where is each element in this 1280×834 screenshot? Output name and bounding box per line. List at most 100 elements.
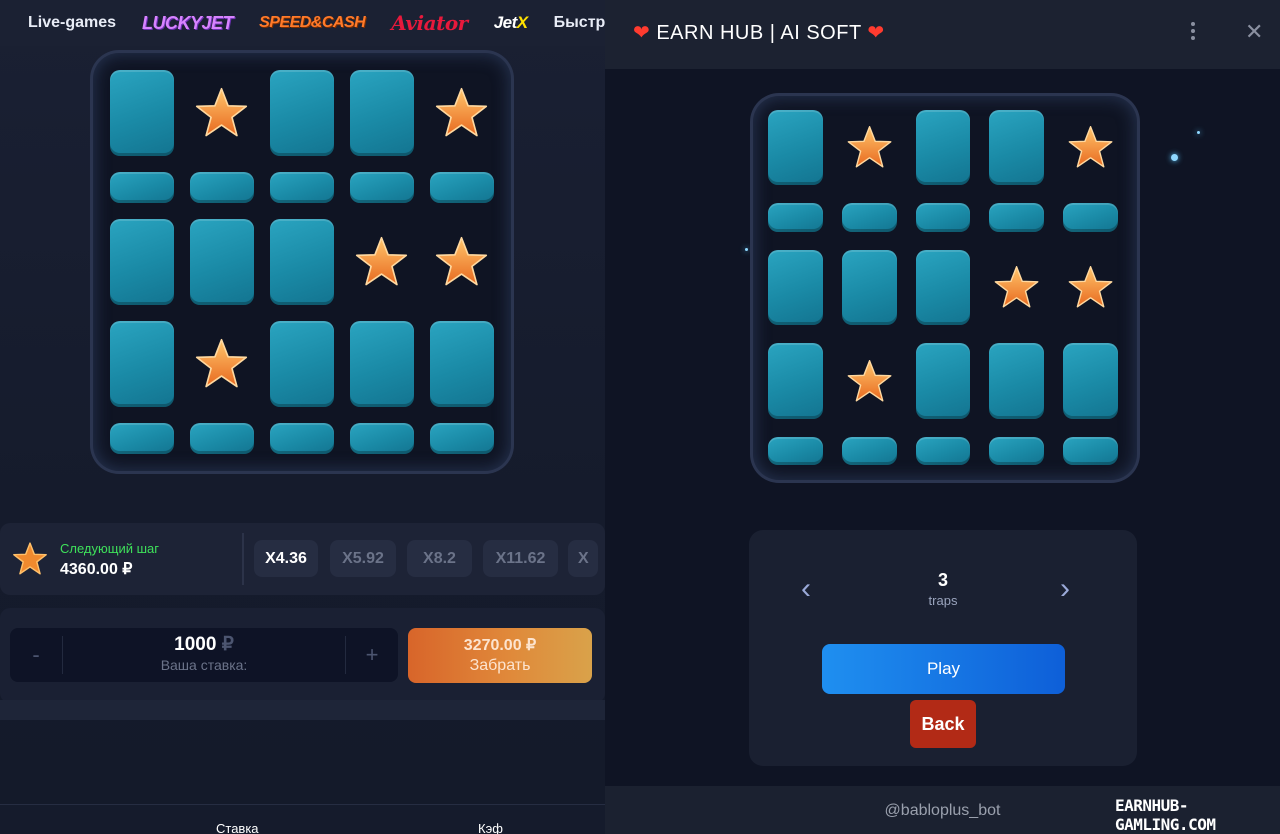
- prediction-cell[interactable]: [768, 249, 823, 326]
- lucky-jet-logo[interactable]: LUCKYJET: [142, 13, 234, 34]
- mine-cell[interactable]: [190, 321, 254, 407]
- aviator-logo[interactable]: Aviator: [391, 11, 468, 35]
- prediction-cell[interactable]: [841, 249, 897, 326]
- prediction-cell[interactable]: [1063, 250, 1118, 325]
- cashout-button[interactable]: 3270.00 ₽ Забрать: [408, 628, 592, 683]
- prediction-cell[interactable]: [841, 436, 897, 465]
- tile: [190, 218, 254, 305]
- mine-cell[interactable]: [430, 219, 494, 305]
- prediction-cell[interactable]: [1063, 436, 1118, 465]
- mine-cell[interactable]: [430, 321, 494, 408]
- mine-cell[interactable]: [350, 423, 414, 454]
- tile: [841, 249, 897, 326]
- tile: [350, 70, 414, 156]
- bot-header: ❤ EARN HUB | AI SOFT ❤ ✕: [605, 0, 1280, 69]
- tile: [915, 249, 971, 326]
- star-icon: [436, 87, 488, 137]
- chevron-left-icon[interactable]: ‹: [801, 572, 811, 606]
- prediction-cell[interactable]: [768, 203, 823, 232]
- mine-cell[interactable]: [190, 172, 254, 203]
- tile: [915, 203, 971, 232]
- watermark-text: EARNHUB-GAMLING.COM: [1115, 796, 1216, 834]
- cashout-label: Забрать: [469, 657, 531, 674]
- prediction-cell[interactable]: [1063, 110, 1118, 185]
- tile: [1063, 436, 1118, 465]
- tile: [915, 343, 971, 419]
- prediction-cell[interactable]: [768, 436, 823, 465]
- mine-cell[interactable]: [190, 423, 254, 454]
- prediction-cell[interactable]: [915, 249, 971, 326]
- speed-cash-logo[interactable]: SPEED&CASH: [259, 14, 366, 32]
- prediction-cell[interactable]: [841, 203, 897, 232]
- chevron-right-icon[interactable]: ›: [1060, 572, 1070, 606]
- mine-cell[interactable]: [270, 321, 334, 408]
- mine-cell[interactable]: [430, 172, 494, 203]
- mine-cell[interactable]: [190, 70, 254, 156]
- tile: [768, 203, 823, 232]
- mine-cell[interactable]: [110, 423, 174, 454]
- tile: [270, 70, 334, 156]
- prediction-cell[interactable]: [989, 343, 1045, 419]
- prediction-cell[interactable]: [1063, 203, 1118, 232]
- mines-grid: [110, 70, 494, 454]
- prediction-cell[interactable]: [915, 343, 971, 419]
- prediction-cell[interactable]: [915, 110, 971, 186]
- star-icon: [13, 542, 47, 575]
- tile: [989, 343, 1045, 419]
- tab-bet[interactable]: Ставка: [216, 821, 259, 834]
- tab-coef[interactable]: Кэф: [478, 821, 503, 834]
- tile: [270, 423, 334, 454]
- multiplier-chip: X5.92: [330, 540, 396, 577]
- prediction-cell[interactable]: [842, 110, 897, 185]
- tile: [350, 172, 414, 203]
- mine-cell[interactable]: [350, 70, 414, 156]
- tile: [768, 110, 823, 186]
- traps-count: 3: [937, 570, 948, 590]
- mine-cell[interactable]: [430, 70, 494, 156]
- bet-label: Ваша ставка:: [160, 657, 248, 673]
- mine-cell[interactable]: [430, 423, 494, 454]
- mine-cell[interactable]: [110, 172, 174, 203]
- tile: [989, 110, 1045, 186]
- decor-band: [0, 700, 605, 720]
- close-icon[interactable]: ✕: [1245, 19, 1263, 45]
- increase-bet-button[interactable]: +: [346, 628, 398, 682]
- prediction-cell[interactable]: [989, 250, 1044, 325]
- star-icon: [847, 359, 892, 401]
- prediction-cell[interactable]: [989, 203, 1045, 232]
- heart-icon: ❤: [867, 22, 885, 44]
- prediction-cell[interactable]: [989, 436, 1045, 465]
- jetx-logo[interactable]: JetX: [494, 13, 528, 33]
- mine-cell[interactable]: [270, 70, 334, 156]
- back-button[interactable]: Back: [910, 700, 976, 748]
- mine-cell[interactable]: [350, 219, 414, 305]
- mine-cell[interactable]: [190, 218, 254, 305]
- nav-live-games[interactable]: Live-games: [28, 14, 116, 32]
- prediction-cell[interactable]: [915, 436, 971, 465]
- prediction-cell[interactable]: [768, 343, 823, 419]
- prediction-cell[interactable]: [915, 203, 971, 232]
- prediction-cell[interactable]: [768, 110, 823, 186]
- play-button[interactable]: Play: [822, 644, 1065, 694]
- tile: [1063, 343, 1118, 419]
- mine-cell[interactable]: [350, 321, 414, 408]
- mine-cell[interactable]: [350, 172, 414, 203]
- prediction-cell[interactable]: [842, 343, 897, 418]
- mine-cell[interactable]: [110, 321, 174, 408]
- sparkle-decoration: [745, 248, 748, 251]
- mine-cell[interactable]: [110, 70, 174, 156]
- heart-icon: ❤: [633, 22, 651, 44]
- star-icon: [1068, 266, 1113, 308]
- bet-amount[interactable]: 1000 ₽: [62, 633, 346, 656]
- more-vertical-icon[interactable]: [1183, 18, 1203, 44]
- mine-cell[interactable]: [270, 423, 334, 454]
- bet-value: 1000: [174, 634, 217, 655]
- currency-symbol: ₽: [221, 634, 234, 655]
- mine-cell[interactable]: [270, 218, 334, 305]
- prediction-cell[interactable]: [1063, 343, 1118, 419]
- prediction-cell[interactable]: [989, 110, 1045, 186]
- mine-cell[interactable]: [270, 172, 334, 203]
- decrease-bet-button[interactable]: -: [10, 628, 62, 682]
- mine-cell[interactable]: [110, 218, 174, 305]
- nav-fast-games[interactable]: Быстрые игры: [554, 14, 605, 32]
